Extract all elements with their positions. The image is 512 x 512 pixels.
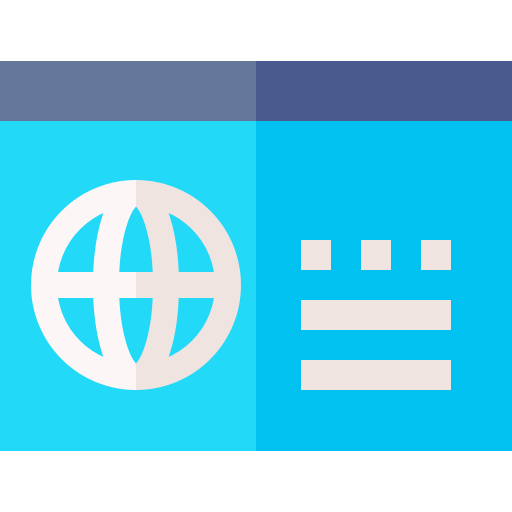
dot-3 <box>421 240 451 270</box>
title-bar-right <box>256 61 512 121</box>
browser-window-icon-graphic <box>0 61 512 451</box>
dot-1 <box>301 240 331 270</box>
text-line-1 <box>301 300 451 330</box>
title-bar <box>0 61 512 121</box>
content-area-right <box>256 121 512 451</box>
text-line-2 <box>301 360 451 390</box>
dot-2 <box>361 240 391 270</box>
title-bar-left <box>0 61 256 121</box>
text-lines-icon <box>301 240 451 390</box>
browser-window-icon <box>0 0 512 512</box>
